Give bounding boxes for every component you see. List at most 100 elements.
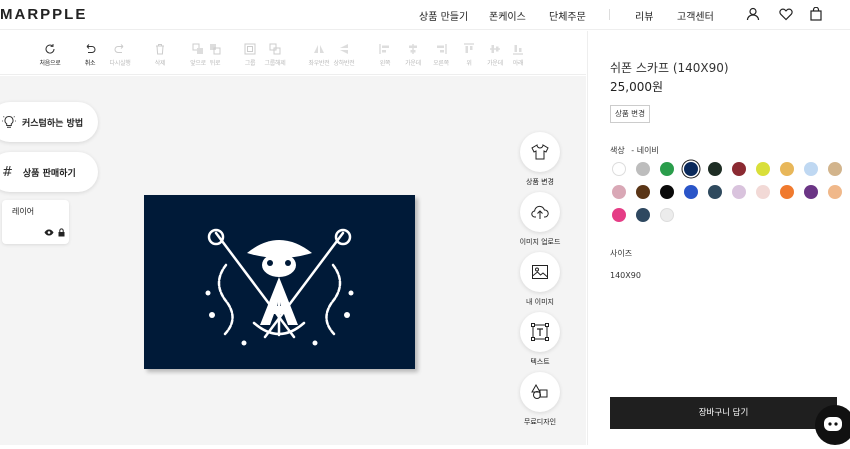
nav-review[interactable]: 리뷰 [635, 8, 653, 23]
align-top-button[interactable]: 위 [456, 43, 482, 67]
align-middle-icon [490, 45, 500, 53]
nav-phonecase[interactable]: 폰케이스 [489, 8, 526, 23]
color-swatch[interactable] [612, 185, 626, 199]
color-label: 색상 [610, 146, 625, 155]
align-bottom-icon [513, 45, 523, 55]
nav-create-product[interactable]: 상품 만들기 [419, 8, 468, 23]
undo-icon [86, 44, 96, 53]
color-swatch[interactable] [660, 162, 674, 176]
redo-button[interactable]: 다시실행 [107, 43, 133, 67]
free-design-circle[interactable] [520, 372, 560, 412]
undo-button[interactable]: 취소 [77, 43, 103, 67]
color-swatch[interactable] [804, 162, 818, 176]
color-swatch[interactable] [660, 185, 674, 199]
color-swatch[interactable] [732, 162, 746, 176]
design-canvas-area[interactable]: 커스텀하는 방법 # 상품 판매하기 레이어 상품 변경 이미지 업로드 내 이… [0, 76, 586, 445]
my-images-tool[interactable]: 내 이미지 [520, 252, 560, 307]
upload-image-circle[interactable] [520, 192, 560, 232]
flip-v-label: 상하반전 [333, 60, 355, 67]
backward-button[interactable]: 뒤로 [202, 43, 228, 67]
nav-divider [609, 9, 610, 20]
color-swatch[interactable] [708, 185, 722, 199]
align-right-label: 오른쪽 [433, 60, 449, 67]
sell-product-button[interactable]: # 상품 판매하기 [0, 152, 98, 192]
color-swatch[interactable] [636, 162, 650, 176]
color-swatch[interactable] [780, 185, 794, 199]
color-swatch[interactable] [636, 208, 650, 222]
color-swatch[interactable] [612, 208, 626, 222]
bag-icon[interactable] [809, 7, 823, 21]
color-swatch[interactable] [780, 162, 794, 176]
change-product-circle[interactable] [520, 132, 560, 172]
align-bottom-label: 아래 [512, 60, 524, 67]
color-swatch[interactable] [684, 162, 698, 176]
layer-panel[interactable]: 레이어 [2, 200, 69, 244]
chat-button[interactable] [815, 405, 850, 445]
color-swatch[interactable] [756, 185, 770, 199]
group-button[interactable]: 그룹 [237, 43, 263, 67]
heart-icon[interactable] [779, 7, 793, 21]
color-swatch[interactable] [804, 185, 818, 199]
text-tool-circle[interactable] [520, 312, 560, 352]
flip-horizontal-button[interactable]: 좌우반전 [306, 43, 332, 67]
delete-button[interactable]: 삭제 [147, 43, 173, 67]
my-images-circle[interactable] [520, 252, 560, 292]
text-tool-label: 텍스트 [530, 358, 550, 366]
text-icon [531, 323, 549, 341]
lock-icon[interactable] [58, 228, 65, 237]
ungroup-label: 그룹해제 [264, 60, 286, 67]
redo-label: 다시실행 [109, 60, 131, 67]
reset-icon [45, 44, 55, 54]
flip-h-icon [314, 45, 324, 53]
color-swatch[interactable] [684, 185, 698, 199]
howto-label: 커스텀하는 방법 [22, 118, 84, 129]
backward-label: 뒤로 [209, 60, 221, 67]
color-swatch[interactable] [828, 185, 842, 199]
align-top-label: 위 [466, 60, 472, 67]
align-left-button[interactable]: 왼쪽 [372, 43, 398, 67]
redo-icon [114, 44, 124, 53]
upload-image-tool[interactable]: 이미지 업로드 [520, 192, 560, 247]
change-product-button[interactable]: 상품 변경 [610, 105, 650, 123]
color-swatch[interactable] [660, 208, 674, 222]
sell-product-label: 상품 판매하기 [22, 168, 76, 179]
flip-v-icon [340, 44, 348, 54]
ungroup-button[interactable]: 그룹해제 [262, 43, 288, 67]
color-swatch[interactable] [612, 162, 626, 176]
hash-icon: # [2, 164, 13, 180]
change-product-tool[interactable]: 상품 변경 [520, 132, 560, 187]
size-label: 사이즈 [610, 249, 633, 258]
reset-button[interactable]: 처음으로 [37, 43, 63, 67]
my-images-label: 내 이미지 [526, 298, 554, 306]
chat-icon [824, 417, 842, 431]
logo[interactable]: MARPPLE [0, 6, 87, 23]
howto-button[interactable]: 커스텀하는 방법 [0, 102, 98, 142]
size-value[interactable]: 140X90 [610, 271, 641, 280]
backward-icon [210, 44, 221, 55]
pirate-emblem-image[interactable] [144, 195, 415, 369]
flip-vertical-button[interactable]: 상하반전 [331, 43, 357, 67]
add-to-cart-button[interactable]: 장바구니 담기 [610, 397, 837, 429]
align-center-button[interactable]: 가운데 [400, 43, 426, 67]
eye-icon[interactable] [44, 229, 54, 236]
text-tool[interactable]: 텍스트 [520, 312, 560, 367]
image-icon [532, 265, 548, 279]
tshirt-icon [531, 144, 549, 160]
color-swatch[interactable] [732, 185, 746, 199]
color-swatch[interactable] [828, 162, 842, 176]
align-left-icon [379, 44, 389, 54]
undo-label: 취소 [84, 60, 96, 67]
nav-group-order[interactable]: 단체주문 [549, 8, 586, 23]
align-bottom-button[interactable]: 아래 [505, 43, 531, 67]
reset-label: 처음으로 [39, 60, 61, 67]
color-swatch[interactable] [636, 185, 650, 199]
free-design-tool[interactable]: 무료디자인 [520, 372, 560, 427]
product-price: 25,000원 [610, 80, 664, 94]
user-icon[interactable] [746, 7, 760, 21]
align-right-button[interactable]: 오른쪽 [428, 43, 454, 67]
layer-panel-title: 레이어 [12, 207, 35, 216]
nav-customer-center[interactable]: 고객센터 [677, 8, 714, 23]
color-swatch[interactable] [756, 162, 770, 176]
color-swatch[interactable] [708, 162, 722, 176]
product-preview-scarf[interactable] [144, 195, 415, 369]
